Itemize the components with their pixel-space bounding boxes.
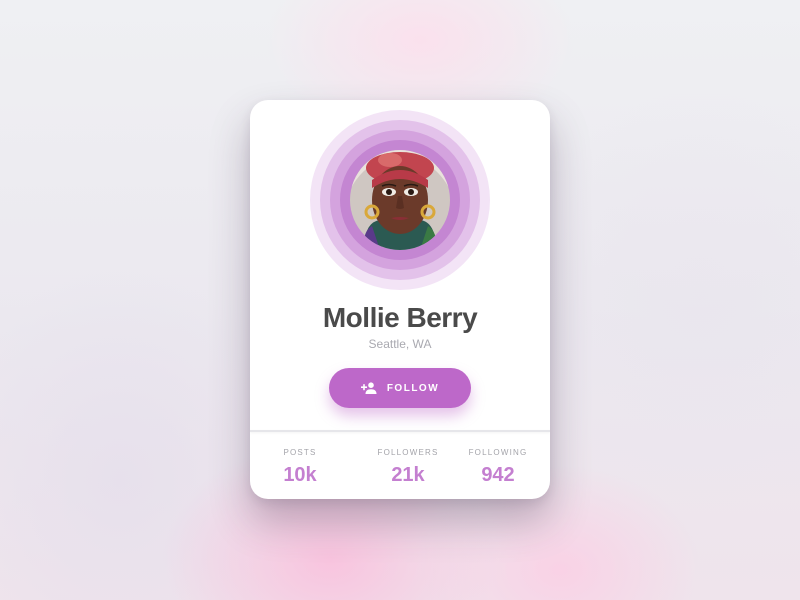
- avatar-photo: [350, 150, 450, 250]
- stat-posts[interactable]: POSTS 10k: [250, 448, 350, 487]
- card-divider: [250, 430, 550, 432]
- profile-location: Seattle, WA: [368, 337, 432, 351]
- stat-label: FOLLOWING: [468, 448, 528, 457]
- follow-button[interactable]: FOLLOW: [329, 368, 471, 408]
- stat-followers[interactable]: FOLLOWERS 21k: [358, 448, 458, 487]
- profile-name: Mollie Berry: [322, 302, 478, 333]
- profile-card: Mollie Berry Seattle, WA FOLLOW POSTS 10…: [250, 100, 550, 499]
- stat-label: FOLLOWERS: [377, 448, 439, 457]
- profile-stats: POSTS 10k FOLLOWERS 21k FOLLOWING 942: [250, 448, 550, 488]
- avatar-rings: [310, 110, 490, 290]
- stat-value: 942: [481, 464, 515, 486]
- avatar[interactable]: [350, 150, 450, 250]
- stat-following[interactable]: FOLLOWING 942: [448, 448, 548, 487]
- stat-value: 10k: [283, 464, 317, 486]
- person-add-icon: [360, 382, 377, 394]
- stat-label: POSTS: [283, 448, 317, 457]
- stat-value: 21k: [391, 464, 425, 486]
- follow-button-label: FOLLOW: [386, 382, 440, 394]
